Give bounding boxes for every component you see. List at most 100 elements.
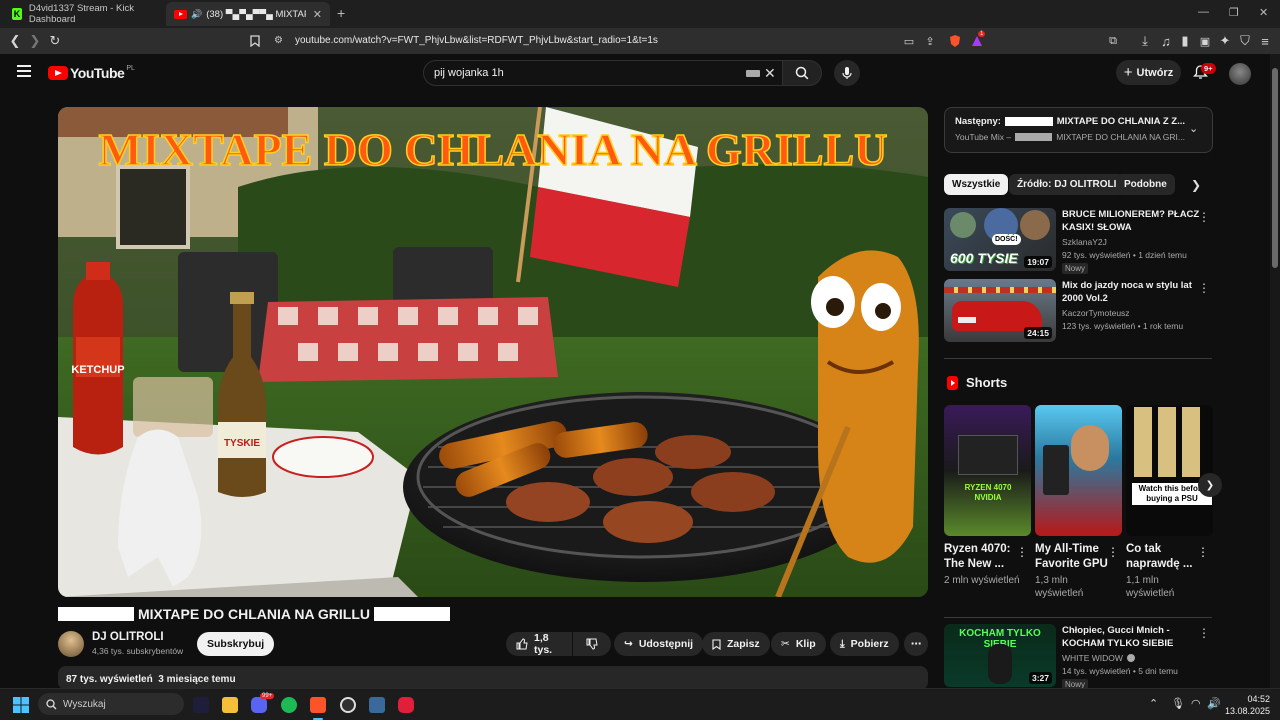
more-vert-icon[interactable]: ⋮ <box>1197 545 1209 559</box>
shorts-next-button[interactable]: ❯ <box>1198 473 1222 497</box>
sidebar-panel-icon[interactable]: ⧉ <box>1104 32 1122 50</box>
keyboard-icon[interactable] <box>746 70 760 77</box>
menu-icon[interactable]: ≡ <box>1256 32 1274 50</box>
app-icon[interactable] <box>369 697 385 713</box>
volume-icon[interactable]: 🔊 <box>1207 697 1221 710</box>
create-button[interactable]: + Utwórz <box>1116 60 1181 85</box>
tab-kick-dashboard[interactable]: K D4vid1337 Stream - Kick Dashboard <box>4 2 164 26</box>
vpn-icon[interactable]: ⛉ <box>1236 32 1254 50</box>
speaker-icon[interactable]: 🔊 <box>191 9 202 20</box>
video-thumbnail[interactable]: 24:15 <box>944 279 1056 342</box>
channel-name-text: WHITE WIDOW <box>1062 653 1123 663</box>
close-window-button[interactable]: ✕ <box>1259 6 1268 19</box>
search-button[interactable] <box>782 60 822 86</box>
more-vert-icon[interactable]: ⋮ <box>1107 545 1119 559</box>
guide-menu-icon[interactable] <box>17 65 31 77</box>
chip-related[interactable]: Podobne <box>1116 174 1175 195</box>
taskbar-search[interactable]: Wyszukaj <box>38 693 184 715</box>
channel-avatar[interactable] <box>58 631 84 657</box>
discord-badge: 99+ <box>260 693 275 699</box>
channel-name[interactable]: SzklanaY2J <box>1062 237 1107 247</box>
chevron-up-icon[interactable]: ⌃ <box>1149 697 1158 710</box>
app-red-icon[interactable] <box>398 697 414 713</box>
short-item[interactable]: RYZEN 4070 NVIDIA <box>944 405 1031 536</box>
chevron-down-icon[interactable]: ⌄ <box>1189 122 1198 135</box>
recommendation-title[interactable]: Chłopiec, Gucci Mnich - KOCHAM TYLKO SIE… <box>1062 624 1202 650</box>
new-tab-button[interactable]: + <box>337 5 345 21</box>
more-vert-icon[interactable]: ⋮ <box>1198 281 1210 295</box>
back-icon[interactable]: ❮ <box>6 32 24 50</box>
up-next-mix-panel[interactable]: Następny: MIXTAPE DO CHLANIA Z Z... YouT… <box>944 107 1213 153</box>
wifi-icon[interactable]: ◠ <box>1191 697 1201 710</box>
shorts-heading: Shorts <box>966 375 1008 390</box>
page-scrollbar[interactable] <box>1270 54 1280 688</box>
sidebar-icon[interactable]: ▮ <box>1176 32 1194 50</box>
minimize-button[interactable]: — <box>1198 6 1209 18</box>
more-vert-icon[interactable]: ⋮ <box>1198 210 1210 224</box>
clock-time[interactable]: 04:52 <box>1236 694 1270 704</box>
search-box[interactable]: pij wojanka 1h ✕ <box>423 60 783 86</box>
subscribe-button[interactable]: Subskrybuj <box>197 632 275 656</box>
like-button[interactable]: 1,8 tys. <box>506 632 572 656</box>
leo-ai-icon[interactable]: ✦ <box>1216 32 1234 50</box>
close-tab-icon[interactable]: ✕ <box>313 8 322 21</box>
more-vert-icon[interactable]: ⋮ <box>1198 626 1210 640</box>
chip-source[interactable]: Źródło: DJ OLITROLI <box>1009 174 1125 195</box>
clock-date[interactable]: 13.08.2025 <box>1222 706 1270 716</box>
short-title[interactable]: My All-Time Favorite GPU <box>1035 542 1115 572</box>
cast-icon[interactable]: ▭ <box>900 32 918 50</box>
recommendation-title[interactable]: Mix do jazdy noca w stylu lat 2000 Vol.2 <box>1062 279 1202 305</box>
channel-name[interactable]: DJ OLITROLI <box>92 631 164 643</box>
censored-emoji <box>374 607 451 621</box>
video-player[interactable]: KETCHUP TYSKIE MIXTAPE DO CHLANIA NA GRI… <box>58 107 928 597</box>
discord-icon[interactable] <box>251 697 267 713</box>
forward-icon[interactable]: ❯ <box>26 32 44 50</box>
obs-icon[interactable] <box>340 697 356 713</box>
url-text[interactable]: youtube.com/watch?v=FWT_PhjvLbw&list=RDF… <box>295 35 658 46</box>
short-item[interactable]: Watch this before buying a PSU <box>1126 405 1213 536</box>
beer-label: TYSKIE <box>224 438 260 449</box>
brave-icon[interactable] <box>310 697 326 713</box>
save-button[interactable]: Zapisz <box>702 632 770 656</box>
more-actions-button[interactable]: ⋯ <box>904 632 928 656</box>
recommendation-item[interactable]: 24:15 Mix do jazdy noca w stylu lat 2000… <box>944 279 1214 343</box>
restore-button[interactable]: ❐ <box>1229 6 1239 19</box>
share-button[interactable]: ↪ Udostępnij <box>614 632 704 656</box>
short-item[interactable] <box>1035 405 1122 536</box>
microphone-tray-icon[interactable]: 🎙 <box>1171 697 1185 710</box>
download-button[interactable]: ⤓ Pobierz <box>830 632 899 656</box>
chip-all[interactable]: Wszystkie <box>944 174 1009 195</box>
channel-name[interactable]: KaczorTymoteusz <box>1062 308 1130 318</box>
file-explorer-icon[interactable] <box>222 697 238 713</box>
brave-shields-icon[interactable] <box>946 32 964 50</box>
clear-search-icon[interactable]: ✕ <box>764 65 776 82</box>
downloads-icon[interactable]: ⤓ <box>1136 32 1154 50</box>
short-title[interactable]: Ryzen 4070: The New ... <box>944 542 1024 572</box>
more-vert-icon[interactable]: ⋮ <box>1016 545 1028 559</box>
description-box[interactable]: 87 tys. wyświetleń 3 miesiące temu <box>58 666 928 690</box>
reload-icon[interactable]: ↻ <box>46 32 64 50</box>
youtube-logo[interactable]: YouTube PL <box>48 65 135 81</box>
chevron-right-icon[interactable]: ❯ <box>1191 178 1201 192</box>
recommendation-title[interactable]: BRUCE MILIONEREM? PŁACZ KASIX! SŁOWA NIE… <box>1062 208 1202 234</box>
video-thumbnail[interactable]: KOCHAM TYLKO SIEBIE 3:27 <box>944 624 1056 687</box>
app-pulse-icon[interactable] <box>193 697 209 713</box>
recommendation-item[interactable]: DOŚĆ! 600 TYSIE 19:07 BRUCE MILIONEREM? … <box>944 208 1214 274</box>
clip-button[interactable]: ✂ Klip <box>771 632 826 656</box>
spotify-icon[interactable] <box>281 697 297 713</box>
wallet-icon[interactable]: ▣ <box>1196 32 1214 50</box>
video-thumbnail[interactable]: DOŚĆ! 600 TYSIE 19:07 <box>944 208 1056 271</box>
channel-name[interactable]: WHITE WIDOW <box>1062 653 1135 663</box>
dislike-button[interactable] <box>573 632 611 656</box>
voice-search-button[interactable] <box>834 60 860 86</box>
tab-title: (38) ▀▄▀▄▀▀▄ MIXTAP <box>206 8 307 20</box>
media-icon[interactable]: ♫ <box>1157 32 1175 50</box>
avatar[interactable] <box>1229 63 1251 85</box>
short-title[interactable]: Co tak naprawdę ... <box>1126 542 1206 572</box>
tab-youtube[interactable]: 🔊 (38) ▀▄▀▄▀▀▄ MIXTAP ✕ <box>166 2 330 26</box>
site-info-icon[interactable]: ⚙ <box>274 35 283 46</box>
recommendation-item[interactable]: KOCHAM TYLKO SIEBIE 3:27 Chłopiec, Gucci… <box>944 624 1214 690</box>
share-icon[interactable]: ⇪ <box>921 32 939 50</box>
search-input[interactable]: pij wojanka 1h <box>434 67 504 79</box>
windows-start-icon[interactable] <box>13 697 29 713</box>
